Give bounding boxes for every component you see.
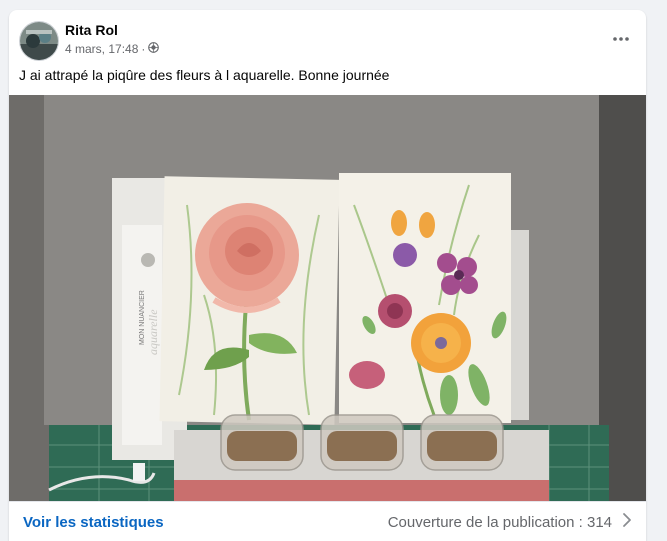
globe-icon [148, 42, 160, 56]
avatar[interactable] [19, 21, 59, 61]
box-label: MON NUANCIER [139, 290, 146, 345]
post-text: J ai attrapé la piqûre des fleurs à l aq… [19, 67, 390, 83]
post-card: Rita Rol 4 mars, 17:48 · J ai attrapé la… [9, 10, 646, 541]
photo-illustration: MON NUANCIER aquarelle [9, 95, 646, 501]
view-statistics-link[interactable]: Voir les statistiques [23, 514, 164, 531]
author-name[interactable]: Rita Rol [65, 22, 118, 38]
post-reach-label: Couverture de la publication : 314 [387, 513, 612, 531]
post-reach-button[interactable]: Couverture de la publication : 314 [388, 512, 632, 532]
post-meta: 4 mars, 17:48 · [65, 42, 160, 56]
more-options-button[interactable] [610, 29, 632, 45]
chevron-right-icon [622, 512, 632, 532]
more-options-icon [613, 28, 629, 46]
box-script: aquarelle [146, 309, 160, 355]
meta-separator: · [141, 42, 146, 56]
post-photo[interactable]: MON NUANCIER aquarelle [9, 95, 646, 501]
post-footer: Voir les statistiques Couverture de la p… [9, 501, 646, 541]
post-timestamp[interactable]: 4 mars, 17:48 [65, 42, 138, 56]
